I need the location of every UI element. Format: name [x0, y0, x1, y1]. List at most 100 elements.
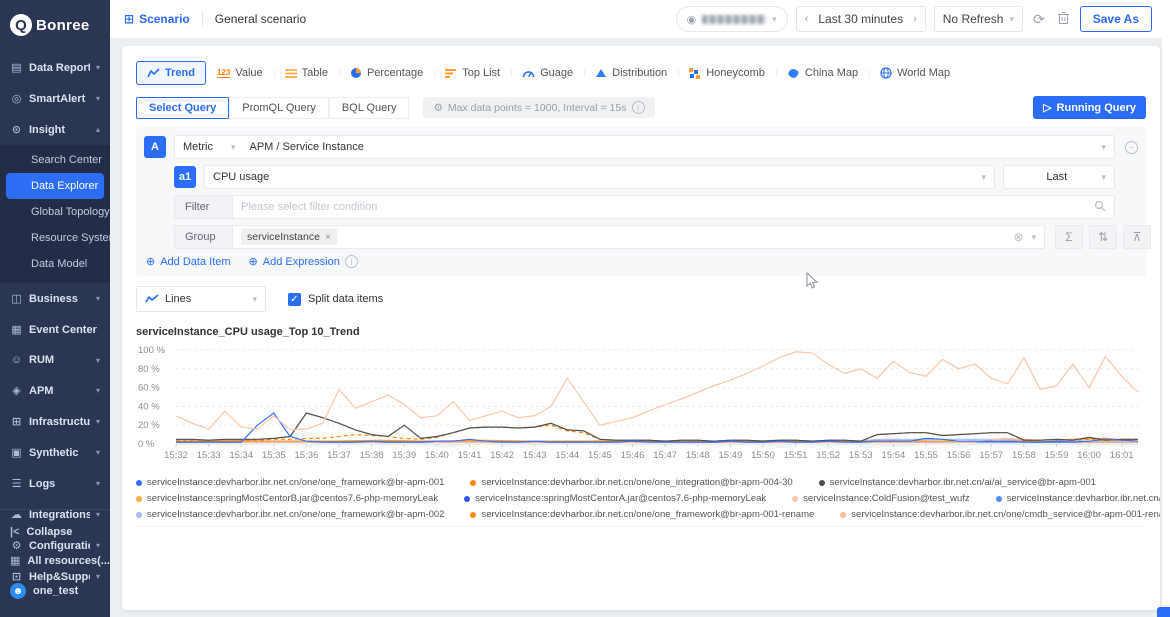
legend-item[interactable]: serviceInstance:devharbor.ibr.net.cn/one… [136, 509, 444, 520]
legend-item[interactable]: serviceInstance:ColdFusion@test_wufz [792, 493, 969, 504]
remove-query-icon[interactable]: – [1125, 141, 1138, 154]
svg-text:16:00: 16:00 [1077, 450, 1101, 461]
svg-text:15:53: 15:53 [849, 450, 873, 461]
info-icon[interactable]: i [632, 101, 645, 114]
svg-text:80 %: 80 % [138, 364, 160, 375]
aggregation-value: Last [1046, 171, 1067, 183]
user-name: one_test [33, 585, 78, 597]
sidebar-item-logs[interactable]: ☰Logs▾ [0, 468, 110, 499]
sidebar-item-insight[interactable]: ⊙Insight▴ [0, 114, 110, 145]
sidebar-item-data-report[interactable]: ▤Data Report▾ [0, 52, 110, 83]
chevron-down-icon: ▾ [772, 14, 777, 25]
svg-text:15:56: 15:56 [947, 450, 971, 461]
tab-percentage[interactable]: Percentage [339, 61, 434, 85]
legend-item[interactable]: serviceInstance:springMostCentorB.jar@ce… [136, 493, 438, 504]
refresh-icon[interactable]: ⟳ [1031, 11, 1047, 28]
filter-input[interactable]: Please select filter condition [232, 195, 1115, 219]
aggregation-select[interactable]: Last ▾ [1003, 165, 1115, 189]
sidebar-footer: |< Collapse ▦ All resources(... ☻ one_te… [0, 509, 110, 617]
group-row: Group serviceInstance × ⊗ ▾ Σ ⇅ [144, 225, 1138, 249]
time-range-label[interactable]: Last 30 minutes [818, 12, 903, 26]
legend-item[interactable]: serviceInstance:devharbor.ibr.net.cn/one… [470, 509, 814, 520]
sidebar-item-rum[interactable]: ☺RUM▾ [0, 345, 110, 375]
sidebar-item-event-center[interactable]: ▦Event Center [0, 314, 110, 345]
delete-icon[interactable] [1055, 11, 1072, 28]
topbar-controls: ◉ ▾ ‹ Last 30 minutes › No Refresh ▾ ⟳ S… [676, 6, 1152, 32]
group-input[interactable]: serviceInstance × ⊗ ▾ [232, 225, 1045, 249]
tab-top-list[interactable]: Top List [434, 61, 511, 85]
plus-circle-icon: ⊕ [249, 255, 258, 268]
query-info-pill: ⚙ Max data points = 1000, Interval = 15s… [423, 97, 654, 118]
user-menu[interactable]: ☻ one_test [0, 575, 110, 607]
svg-text:15:49: 15:49 [718, 450, 742, 461]
sidebar-item-smartalert[interactable]: ◎SmartAlert▾ [0, 83, 110, 114]
legend-item[interactable]: serviceInstance:devharbor.ibr.net.cn/one… [470, 477, 792, 488]
sidebar-item-apm[interactable]: ◈APM▾ [0, 375, 110, 406]
query-badge-a1[interactable]: a1 [174, 166, 196, 188]
tab-select-query[interactable]: Select Query [136, 97, 229, 119]
chat-widget[interactable] [1157, 607, 1170, 617]
smartalert-icon: ◎ [10, 92, 23, 105]
tab-table[interactable]: Table [274, 61, 339, 85]
refresh-mode-select[interactable]: No Refresh ▾ [934, 6, 1023, 32]
topn-icon[interactable]: ⊼ [1123, 225, 1151, 249]
sigma-icon[interactable]: Σ [1055, 225, 1083, 249]
all-resources-button[interactable]: ▦ All resources(... [0, 546, 110, 575]
time-forward-icon[interactable]: › [913, 13, 917, 25]
bonree-logo[interactable]: Q Bonree [0, 0, 110, 52]
logs-icon: ☰ [10, 477, 23, 490]
legend-item[interactable]: serviceInstance:devharbor.ibr.net.cn/ai/… [996, 493, 1160, 504]
sidebar-item-global-topology[interactable]: Global Topology [0, 199, 110, 225]
legend-item[interactable]: serviceInstance:devharbor.ibr.net.cn/one… [840, 509, 1160, 520]
clear-all-icon[interactable]: ⊗ [1013, 230, 1023, 244]
sidebar-item-search-center[interactable]: Search Center [0, 147, 110, 173]
tab-guage[interactable]: Guage [511, 61, 584, 85]
legend-item[interactable]: serviceInstance:springMostCentorA.jar@ce… [464, 493, 766, 504]
add-data-item-button[interactable]: ⊕ Add Data Item [146, 255, 231, 268]
tab-value[interactable]: 123Value [206, 61, 274, 85]
query-badge-a[interactable]: A [144, 136, 166, 158]
time-back-icon[interactable]: ‹ [805, 13, 809, 25]
sidebar-item-synthetic[interactable]: ▣Synthetic▾ [0, 437, 110, 468]
legend-item[interactable]: serviceInstance:devharbor.ibr.net.cn/one… [136, 477, 444, 488]
split-data-items-checkbox[interactable]: ✓ [288, 293, 301, 306]
time-range-picker[interactable]: ‹ Last 30 minutes › [796, 6, 926, 32]
legend-dot [792, 496, 798, 502]
metric-source-select[interactable]: Metric ▾ APM / Service Instance ▾ [174, 135, 1115, 159]
tab-distribution[interactable]: Distribution [584, 61, 678, 85]
tab-world-map[interactable]: World Map [869, 61, 961, 85]
group-tag[interactable]: serviceInstance × [241, 229, 337, 245]
search-icon[interactable] [1094, 200, 1106, 215]
scope-selector[interactable]: ◉ ▾ [676, 6, 788, 32]
tab-promql-query[interactable]: PromQL Query [229, 97, 329, 119]
tab-china-map[interactable]: China Map [776, 61, 869, 85]
divider [136, 526, 1146, 527]
info-icon[interactable]: i [345, 255, 358, 268]
breadcrumb-divider [202, 12, 203, 26]
chevron-down-icon: ▾ [231, 142, 236, 153]
add-expression-button[interactable]: ⊕ Add Expression i [249, 255, 358, 268]
chinamap-icon [787, 68, 800, 79]
sidebar-item-business[interactable]: ◫Business▾ [0, 283, 110, 314]
save-as-button[interactable]: Save As [1080, 6, 1152, 32]
sidebar-item-data-explorer[interactable]: Data Explorer [6, 173, 104, 199]
collapse-button[interactable]: |< Collapse [0, 518, 110, 546]
legend-row: serviceInstance:springMostCentorB.jar@ce… [136, 493, 1146, 504]
legend-item[interactable]: serviceInstance:devharbor.ibr.net.cn/ai/… [819, 477, 1096, 488]
tab-trend[interactable]: Trend [136, 61, 206, 85]
chevron-down-icon: ▾ [96, 63, 102, 72]
close-icon[interactable]: × [325, 231, 331, 243]
metric-select[interactable]: CPU usage ▾ [204, 165, 995, 189]
trend-icon [147, 68, 160, 79]
sort-icon[interactable]: ⇅ [1089, 225, 1117, 249]
sidebar-item-data-model[interactable]: Data Model [0, 251, 110, 277]
running-query-button[interactable]: ▷ Running Query [1033, 96, 1146, 119]
sidebar-item-infrastructure[interactable]: ⊞Infrastructure▾ [0, 406, 110, 437]
tab-honeycomb[interactable]: Honeycomb [678, 61, 776, 85]
chart-type-select[interactable]: Lines ▾ [136, 286, 266, 312]
chevron-down-icon: ▾ [1101, 172, 1106, 183]
tab-bql-query[interactable]: BQL Query [329, 97, 410, 119]
breadcrumb-scenario[interactable]: ⊞ Scenario [124, 12, 190, 26]
chart-legend: serviceInstance:devharbor.ibr.net.cn/one… [136, 477, 1146, 520]
sidebar-item-resource-system[interactable]: Resource System [0, 225, 110, 251]
